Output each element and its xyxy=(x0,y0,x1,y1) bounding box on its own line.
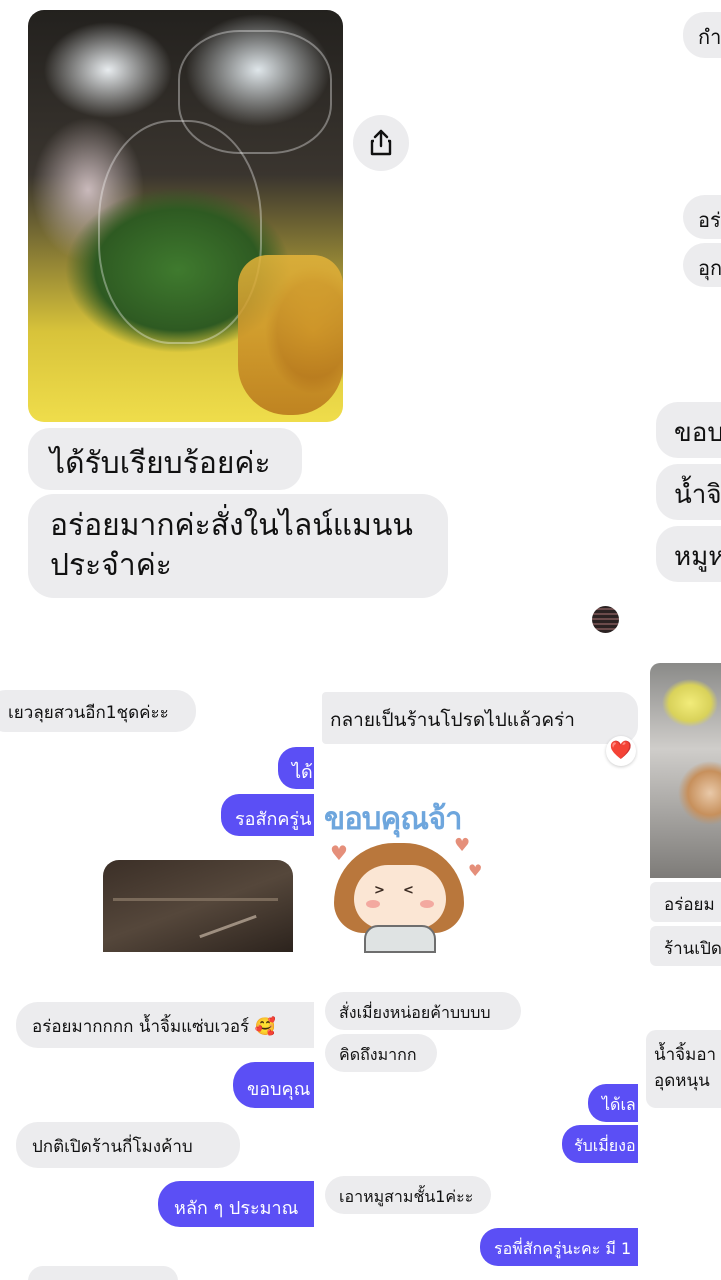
heart-icon: ♥ xyxy=(454,835,471,856)
left-chat-panel: เยวลุยสวนอีก1ชุดค่ะะ ได้ รอสักครู่น อร่อ… xyxy=(0,680,314,1280)
outgoing-message: ขอบคุณ xyxy=(233,1062,314,1108)
outgoing-message: หลัก ๆ ประมาณ xyxy=(158,1181,314,1227)
drink-cup xyxy=(238,255,343,415)
message-bubble: คิดถึงมากก xyxy=(325,1034,437,1072)
review-message-line: อร่อยมากค่ะสั่งในไลน์แมนน xyxy=(50,508,413,543)
message-bubble: หมูห xyxy=(656,526,721,582)
outgoing-message: รอพี่สักครู่นะคะ มี 1 xyxy=(480,1228,638,1266)
message-bubble xyxy=(28,1266,178,1280)
middle-chat-panel: กลายเป็นร้านโปรดไปแล้วคร่า ❤️ ขอบคุณจ้า … xyxy=(322,680,638,1280)
sticker-eyes: > < xyxy=(374,883,414,898)
box-photo[interactable] xyxy=(103,860,293,952)
message-line: น้ำจิ้มอา xyxy=(654,1045,717,1065)
sticker-body xyxy=(364,925,436,953)
message-bubble: อุก xyxy=(683,243,721,287)
message-bubble: สั่งเมี่ยงหน่อยค้าบบบบ xyxy=(325,992,521,1030)
message-bubble: อร่อยมากกกก น้ำจิ้มแซ่บเวอร์ 🥰 xyxy=(16,1002,314,1048)
thank-you-sticker[interactable]: ขอบคุณจ้า ♥ ♥ ♥ > < xyxy=(322,785,492,955)
heart-icon: ♥ xyxy=(330,841,348,865)
heart-icon: ♥ xyxy=(468,861,483,880)
message-bubble: ขอบ xyxy=(656,402,721,458)
sticker-cheek xyxy=(420,900,434,908)
plastic-bag-highlight xyxy=(178,30,332,154)
outgoing-message: รอสักครู่น xyxy=(221,794,314,836)
review-message-line: ประจำค่ะ xyxy=(50,548,172,583)
message-bubble: น้ำจิ้มอา อุดหนุน xyxy=(646,1030,721,1108)
sticker-cheek xyxy=(366,900,380,908)
message-line: อุดหนุน xyxy=(654,1071,710,1091)
message-bubble: ร้านเปิด xyxy=(650,926,721,966)
box-edge xyxy=(199,914,257,939)
message-bubble: เอาหมูสามชั้น1ค่ะะ xyxy=(325,1176,491,1214)
message-bubble: เยวลุยสวนอีก1ชุดค่ะะ xyxy=(0,690,196,732)
sticker-text: ขอบคุณจ้า xyxy=(324,801,463,837)
message-bubble: น้ำจิ xyxy=(656,464,721,520)
share-button[interactable] xyxy=(353,115,409,171)
message-bubble: กำ xyxy=(683,12,721,58)
message-bubble: กลายเป็นร้านโปรดไปแล้วคร่า xyxy=(322,692,638,744)
far-right-chat-panel: อร่อยม ร้านเปิด น้ำจิ้มอา อุดหนุน xyxy=(646,660,721,1280)
box-edge xyxy=(113,898,278,901)
food-photo[interactable] xyxy=(650,663,721,878)
message-bubble: อร่อยม xyxy=(650,882,721,922)
outgoing-message: ได้ xyxy=(278,747,314,789)
message-bubble: อร่ xyxy=(683,195,721,239)
heart-reaction[interactable]: ❤️ xyxy=(606,736,636,766)
right-chat-panel: กำ อร่ อุก ขอบ น้ำจิ หมูห xyxy=(640,0,721,600)
review-message: อร่อยมากค่ะสั่งในไลน์แมนน ประจำค่ะ xyxy=(28,494,448,598)
vegetable-photo[interactable] xyxy=(28,10,343,422)
message-bubble: ปกติเปิดร้านกี่โมงค้าบ xyxy=(16,1122,240,1168)
outgoing-message: รับเมี่ยงอ xyxy=(562,1125,638,1163)
avatar xyxy=(592,606,619,633)
received-message: ได้รับเรียบร้อยค่ะ xyxy=(28,428,302,490)
share-icon xyxy=(370,129,392,156)
outgoing-message: ได้เล xyxy=(588,1084,638,1122)
